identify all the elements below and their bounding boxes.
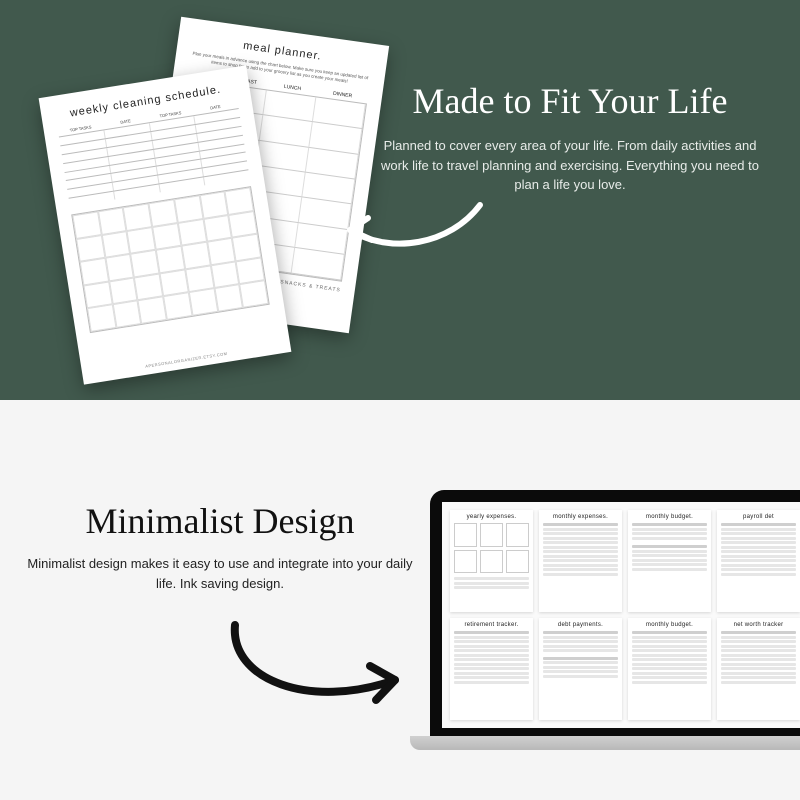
section-minimalist-design: Minimalist Design Minimalist design make… xyxy=(0,400,800,800)
thumb-payroll: payroll det xyxy=(717,510,800,612)
laptop-screen-frame: yearly expenses. monthly expenses. month… xyxy=(430,490,800,740)
body-bottom: Minimalist design makes it easy to use a… xyxy=(20,554,420,593)
thumb-retirement-tracker: retirement tracker. xyxy=(450,618,533,720)
laptop-mockup: yearly expenses. monthly expenses. month… xyxy=(420,490,800,770)
arrow-left-icon xyxy=(330,190,490,270)
thumb-monthly-expenses: monthly expenses. xyxy=(539,510,622,612)
calendar-grid xyxy=(71,186,270,333)
thumb-debt-payments: debt payments. xyxy=(539,618,622,720)
section-made-to-fit: meal planner. Plan your meals in advance… xyxy=(0,0,800,400)
heading-top: Made to Fit Your Life xyxy=(370,80,770,122)
heading-bottom: Minimalist Design xyxy=(20,500,420,542)
planner-pages-mockup: meal planner. Plan your meals in advance… xyxy=(50,30,370,400)
thumb-monthly-budget-1: monthly budget. xyxy=(628,510,711,612)
thumb-yearly-expenses: yearly expenses. xyxy=(450,510,533,612)
body-top: Planned to cover every area of your life… xyxy=(370,136,770,195)
page-cleaning-schedule: weekly cleaning schedule. TOP TASKS DATE… xyxy=(39,65,292,384)
laptop-screen: yearly expenses. monthly expenses. month… xyxy=(442,502,800,728)
copy-bottom: Minimalist Design Minimalist design make… xyxy=(20,500,420,593)
copy-top: Made to Fit Your Life Planned to cover e… xyxy=(370,80,770,195)
arrow-right-icon xyxy=(220,610,420,720)
laptop-base xyxy=(410,736,800,750)
thumb-monthly-budget-2: monthly budget. xyxy=(628,618,711,720)
page-footer: APERSONALORGANIZER.ETSY.COM xyxy=(82,341,290,379)
thumb-net-worth: net worth tracker xyxy=(717,618,800,720)
